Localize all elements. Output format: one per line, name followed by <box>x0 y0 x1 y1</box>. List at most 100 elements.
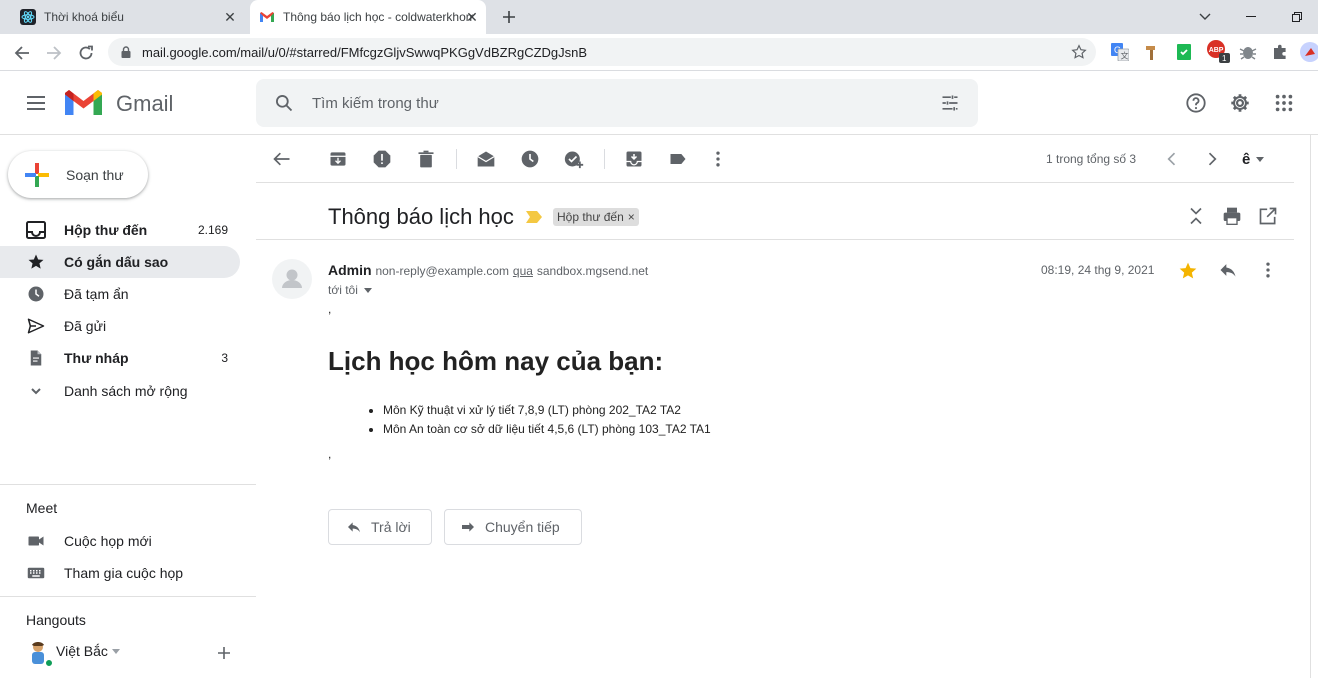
input-tools-button[interactable]: ê <box>1242 149 1265 169</box>
sidebar-item-starred[interactable]: Có gắn dấu sao <box>0 246 240 278</box>
reply-button[interactable]: Trả lời <box>328 509 432 545</box>
list-item: Môn Kỹ thuật vi xử lý tiết 7,8,9 (LT) ph… <box>383 403 711 422</box>
archive-icon[interactable] <box>328 149 348 169</box>
caret-down-icon <box>111 648 120 654</box>
search-bar <box>256 79 978 127</box>
hammer-icon[interactable] <box>1143 43 1161 61</box>
sender-name[interactable]: Admin <box>328 262 372 278</box>
sidebar-item-snoozed[interactable]: Đã tạm ẩn <box>0 278 240 310</box>
recipient-details-toggle[interactable]: tới tôi <box>328 283 372 297</box>
report-spam-icon[interactable] <box>372 149 392 169</box>
delete-trash-icon[interactable] <box>416 149 436 169</box>
via-link[interactable]: qua <box>513 264 533 278</box>
tab-gmail[interactable]: Thông báo lịch học - coldwaterkhomage@gm… <box>250 0 486 34</box>
react-icon <box>20 9 36 25</box>
draft-icon <box>30 350 42 366</box>
reload-icon <box>79 45 93 60</box>
svg-text:1: 1 <box>1222 54 1227 63</box>
puzzle-icon[interactable] <box>1271 43 1289 61</box>
videocam-icon <box>28 536 44 546</box>
draft-count: 3 <box>221 351 228 365</box>
message-toolbar: 1 trong tổng số 3 ê <box>256 135 1294 183</box>
gmail-icon <box>260 12 274 22</box>
svg-text:ABP: ABP <box>1209 47 1224 54</box>
url-text: mail.google.com/mail/u/0/#starred/FMfcgz… <box>142 44 588 60</box>
sidebar-divider <box>0 484 256 485</box>
message-subject: Thông báo lịch học <box>328 204 514 229</box>
tab-search-button[interactable] <box>1194 6 1216 28</box>
sidebar-item-inbox[interactable]: Hộp thư đến 2.169 <box>0 214 240 246</box>
hangouts-avatar[interactable] <box>26 640 56 668</box>
sidebar-item-label: Có gắn dấu sao <box>64 254 169 270</box>
back-button[interactable] <box>9 40 35 66</box>
sender-avatar[interactable] <box>272 259 312 299</box>
reply-label: Trả lời <box>371 519 411 535</box>
open-in-new-window-icon[interactable] <box>1258 206 1278 226</box>
profile-icon[interactable] <box>1300 42 1318 62</box>
starred-star-icon[interactable] <box>1178 261 1198 281</box>
collapse-all-icon[interactable] <box>1186 206 1206 226</box>
tab-title: Thông báo lịch học - coldwaterkhomage@gm… <box>283 10 473 24</box>
recipient-label: tới tôi <box>328 283 358 297</box>
new-conversation-plus-icon[interactable] <box>217 646 231 660</box>
sidebar-item-sent[interactable]: Đã gửi <box>0 310 240 342</box>
translate-icon[interactable]: G文 <box>1111 43 1129 61</box>
body-text: , <box>328 447 332 461</box>
sender-line: Admin non-reply@example.com qua sandbox.… <box>328 262 648 278</box>
toolbar-divider <box>456 149 457 169</box>
minimize-button[interactable] <box>1240 6 1262 28</box>
apps-grid-icon[interactable] <box>1273 92 1295 114</box>
gmail-wordmark: Gmail <box>116 91 174 116</box>
bookmark-star-icon[interactable] <box>1071 44 1087 60</box>
clock-icon <box>28 286 44 302</box>
forward-label: Chuyển tiếp <box>485 519 560 535</box>
meet-join-meeting[interactable]: Tham gia cuộc họp <box>0 557 240 589</box>
search-input[interactable] <box>312 92 912 114</box>
search-icon[interactable] <box>274 93 294 113</box>
inbox-icon <box>26 221 46 239</box>
importance-marker-icon[interactable] <box>526 211 542 223</box>
bookmark-icon[interactable] <box>1175 43 1193 61</box>
move-to-inbox-icon[interactable] <box>624 149 644 169</box>
address-bar[interactable]: mail.google.com/mail/u/0/#starred/FMfcgz… <box>108 38 1096 66</box>
sidebar-item-drafts[interactable]: Thư nháp 3 <box>0 342 240 374</box>
sidebar-item-more[interactable]: Danh sách mở rộng <box>0 375 240 407</box>
adblock-icon[interactable]: ABP1 <box>1207 40 1231 64</box>
tab-thoi-khoa-bieu[interactable]: Thời khoá biểu ✕ <box>12 0 244 34</box>
reload-button[interactable] <box>73 40 99 66</box>
reply-icon[interactable] <box>1217 260 1239 280</box>
bug-icon[interactable] <box>1239 43 1257 61</box>
hangouts-user-menu[interactable]: Việt Bắc <box>56 643 120 659</box>
mark-unread-icon[interactable] <box>476 149 496 169</box>
restore-button[interactable] <box>1286 6 1308 28</box>
more-vert-icon[interactable] <box>1258 260 1278 280</box>
add-to-tasks-icon[interactable] <box>564 149 584 169</box>
caret-down-icon <box>1256 156 1265 162</box>
gmail-logo-icon[interactable] <box>65 89 102 117</box>
settings-gear-icon[interactable] <box>1229 92 1251 114</box>
meet-item-label: Tham gia cuộc họp <box>64 565 184 581</box>
input-tool-glyph: ê <box>1242 150 1251 168</box>
close-tab-icon[interactable]: ✕ <box>464 9 480 25</box>
remove-label-button[interactable]: × <box>628 210 635 224</box>
help-icon[interactable] <box>1185 92 1207 114</box>
back-to-list-icon[interactable] <box>272 149 292 169</box>
new-tab-button[interactable] <box>499 7 519 27</box>
main-menu-icon[interactable] <box>24 91 48 115</box>
label-icon[interactable] <box>668 149 688 169</box>
print-icon[interactable] <box>1222 206 1242 226</box>
arrow-right-icon <box>47 46 62 60</box>
newer-chevron-left-icon[interactable] <box>1162 149 1182 169</box>
compose-button[interactable]: Soạn thư <box>8 151 148 198</box>
more-vert-icon[interactable] <box>708 149 728 169</box>
forward-button[interactable] <box>41 40 67 66</box>
close-tab-icon[interactable]: ✕ <box>222 9 238 25</box>
older-chevron-right-icon[interactable] <box>1202 149 1222 169</box>
minimize-icon <box>1246 16 1256 17</box>
forward-button[interactable]: Chuyển tiếp <box>444 509 582 545</box>
arrow-left-icon <box>14 46 29 60</box>
caret-down-icon <box>363 287 372 293</box>
meet-new-meeting[interactable]: Cuộc họp mới <box>0 525 240 557</box>
snooze-clock-icon[interactable] <box>520 149 540 169</box>
search-options-icon[interactable] <box>940 93 960 113</box>
